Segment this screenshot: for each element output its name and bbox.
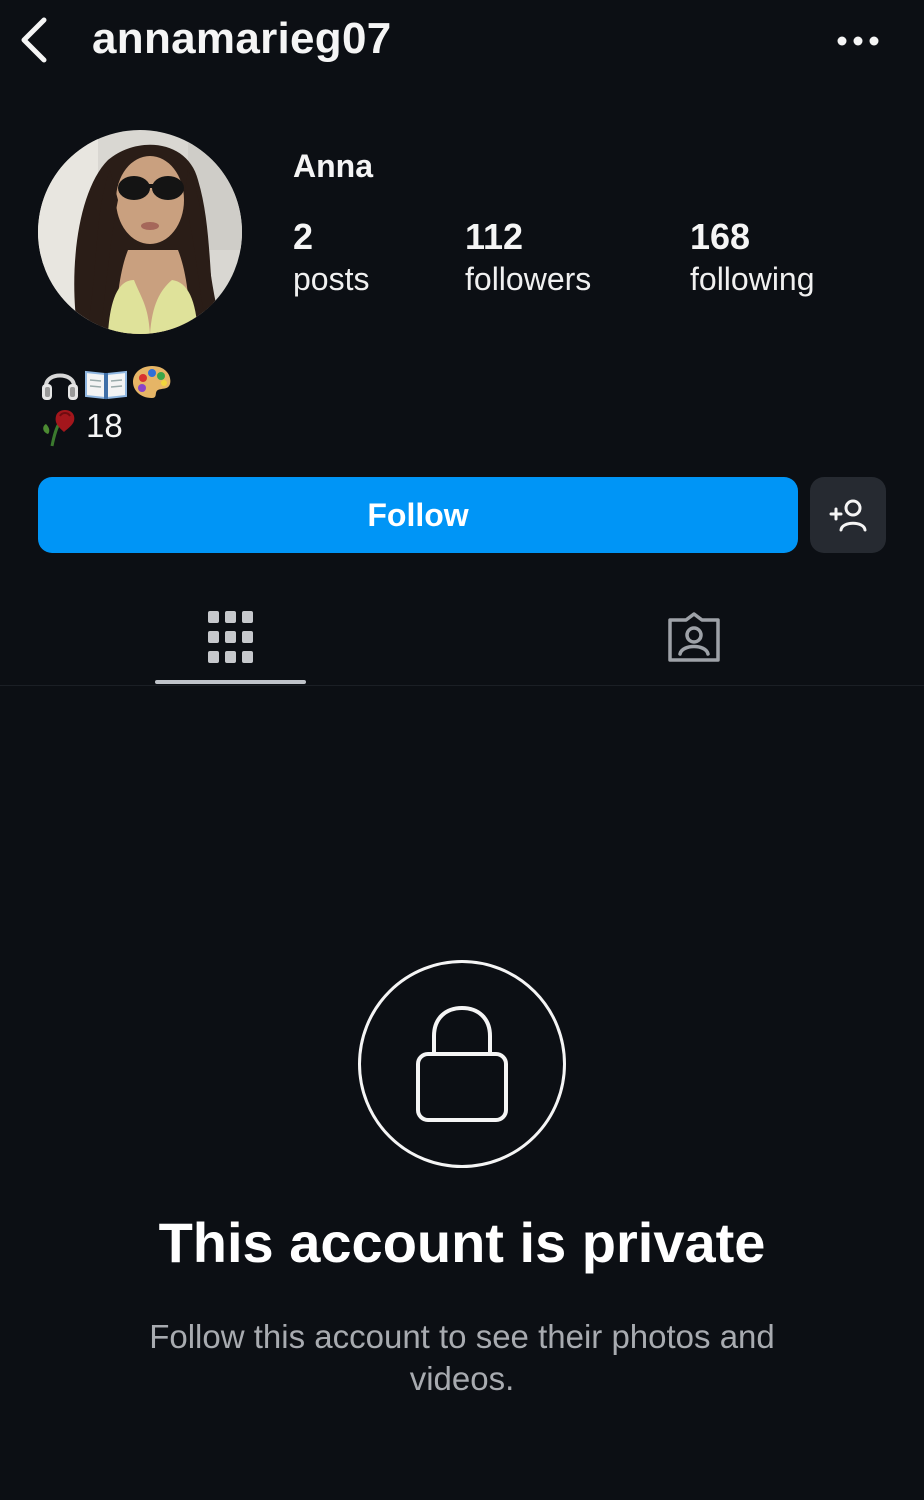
- bio-line-2: 18: [38, 404, 176, 448]
- profile-page: annamarieg07 Anna 2 posts 112 followers …: [0, 0, 924, 1500]
- wilted-rose-icon: [38, 404, 82, 448]
- tagged-icon: [667, 612, 720, 662]
- followers-count: 112: [465, 216, 524, 257]
- grid-icon: [207, 611, 253, 663]
- private-account-title: This account is private: [158, 1211, 766, 1274]
- tab-tagged[interactable]: [618, 590, 769, 686]
- open-book-icon: [84, 360, 128, 404]
- posts-count: 2: [293, 216, 314, 257]
- display-name: Anna: [293, 148, 373, 184]
- profile-bio: 18: [38, 360, 176, 448]
- avatar-image: [38, 130, 242, 334]
- followers-label: followers: [465, 261, 592, 297]
- following-count: 168: [690, 216, 751, 257]
- posts-stat: 2 posts: [293, 216, 369, 300]
- lock-icon: [416, 1005, 508, 1122]
- bio-age-text: 18: [86, 407, 123, 444]
- chevron-left-icon: [21, 17, 47, 63]
- following-label: following: [690, 261, 815, 297]
- more-options-button[interactable]: [832, 24, 884, 58]
- profile-username: annamarieg07: [92, 14, 392, 63]
- more-horizontal-icon: [837, 36, 879, 46]
- top-bar: annamarieg07: [0, 0, 924, 84]
- tabs-divider: [0, 685, 924, 686]
- active-tab-indicator: [155, 680, 306, 684]
- headphones-icon: [38, 360, 82, 404]
- suggested-accounts-button[interactable]: [810, 477, 886, 553]
- artist-palette-icon: [130, 360, 174, 404]
- private-lock-badge: [358, 960, 566, 1168]
- tab-posts-grid[interactable]: [155, 590, 306, 686]
- back-button[interactable]: [14, 12, 58, 68]
- private-account-subtitle: Follow this account to see their photos …: [149, 1318, 775, 1397]
- follow-button[interactable]: Follow: [38, 477, 798, 553]
- followers-stat[interactable]: 112 followers: [465, 216, 591, 300]
- following-stat[interactable]: 168 following: [690, 216, 815, 300]
- profile-avatar[interactable]: [38, 130, 242, 334]
- posts-label: posts: [293, 261, 370, 297]
- add-person-icon: [829, 499, 867, 532]
- bio-line-1: [38, 360, 176, 404]
